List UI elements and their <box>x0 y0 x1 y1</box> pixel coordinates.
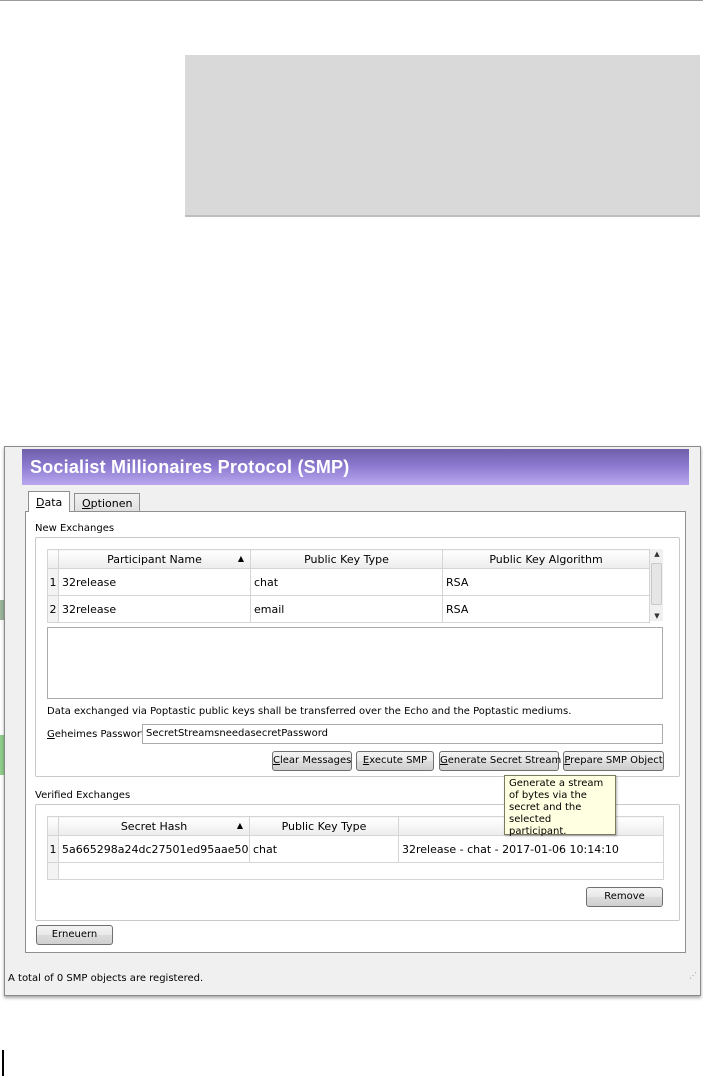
sort-ascending-icon: ▲ <box>236 821 243 830</box>
table-row[interactable]: 1 32release chat RSA <box>47 568 650 596</box>
tab-data[interactable]: Data <box>28 491 71 512</box>
table-row[interactable]: 2 32release email RSA <box>47 595 650 623</box>
corner-header <box>47 549 59 569</box>
row-number <box>47 862 59 880</box>
column-header-secret-hash[interactable]: Secret Hash ▲ <box>58 816 250 836</box>
secret-hash-cell[interactable]: 5a665298a24dc27501ed95aae50867... <box>58 835 250 863</box>
column-header-label: Participant Name <box>107 552 202 566</box>
column-header-key-type[interactable]: Public Key Type <box>250 549 443 569</box>
row-number: 1 <box>47 568 59 596</box>
prepare-smp-object-label: repare SMP Object <box>570 755 663 766</box>
corner-header <box>47 816 59 836</box>
participants-table: Participant Name ▲ Public Key Type Public… <box>47 549 650 623</box>
window-title-banner: Socialist Millionaires Protocol (SMP) <box>22 449 689 485</box>
verified-exchanges-label: Verified Exchanges <box>35 790 131 801</box>
participant-cell[interactable]: 32release <box>58 568 251 596</box>
column-header-algorithm[interactable]: Public Key Algorithm <box>442 549 650 569</box>
info-cell[interactable]: 32release - chat - 2017-01-06 10:14:10 <box>398 835 664 863</box>
status-text: A total of 0 SMP objects are registered. <box>8 973 204 984</box>
password-label-text: eheimes Passwort <box>54 729 145 740</box>
key-type-cell[interactable]: chat <box>249 835 399 863</box>
tab-data-label: ata <box>44 496 63 509</box>
key-type-cell[interactable]: chat <box>250 568 443 596</box>
prepare-smp-object-button[interactable]: Prepare SMP Object <box>563 751 664 771</box>
tab-optionen-label: ptionen <box>90 497 133 510</box>
execute-smp-label: xecute SMP <box>369 755 428 766</box>
password-label: Geheimes Passwort <box>47 729 145 740</box>
generate-secret-stream-button[interactable]: Generate Secret Stream <box>439 751 562 771</box>
key-type-cell[interactable]: email <box>250 595 443 623</box>
resize-grip-icon[interactable]: ⋰ <box>689 961 697 991</box>
generate-secret-stream-mnemonic: G <box>440 755 448 766</box>
clear-messages-button[interactable]: Clear Messages <box>272 751 352 771</box>
clear-messages-label: lear Messages <box>279 755 352 766</box>
status-bar: A total of 0 SMP objects are registered.… <box>6 964 701 994</box>
new-exchanges-label: New Exchanges <box>35 523 115 534</box>
generate-stream-tooltip: Generate a stream of bytes via the secre… <box>504 775 616 837</box>
algorithm-cell[interactable]: RSA <box>442 568 650 596</box>
scroll-thumb[interactable] <box>651 563 662 605</box>
table-row[interactable]: 1 5a665298a24dc27501ed95aae50867... chat… <box>47 835 664 863</box>
smp-window: Socialist Millionaires Protocol (SMP) Da… <box>4 446 701 996</box>
remove-button[interactable]: Remove <box>586 887 663 907</box>
messages-area[interactable] <box>47 627 663 699</box>
margin-mark <box>2 1050 4 1076</box>
generate-secret-stream-label: enerate Secret Stream <box>447 755 562 766</box>
scroll-up-icon[interactable]: ▲ <box>650 550 664 558</box>
password-input[interactable]: SecretStreamsneedasecretPassword <box>142 724 663 744</box>
sort-ascending-icon: ▲ <box>237 554 244 563</box>
row-number: 2 <box>47 595 59 623</box>
scroll-down-icon[interactable]: ▼ <box>650 612 664 620</box>
background-panel <box>185 55 700 217</box>
column-header-participant[interactable]: Participant Name ▲ <box>58 549 251 569</box>
page-top-rule <box>0 0 703 1</box>
column-header-label: Secret Hash <box>120 819 188 833</box>
participants-scrollbar[interactable]: ▲ ▼ <box>649 549 663 621</box>
algorithm-cell[interactable]: RSA <box>442 595 650 623</box>
participant-cell[interactable]: 32release <box>58 595 251 623</box>
execute-smp-button[interactable]: Execute SMP <box>356 751 434 771</box>
poptastic-note: Data exchanged via Poptastic public keys… <box>47 706 572 717</box>
clear-messages-mnemonic: C <box>273 755 280 766</box>
tab-optionen[interactable]: Optionen <box>74 493 141 512</box>
tab-optionen-mnemonic: O <box>82 497 91 510</box>
refresh-button[interactable]: Erneuern <box>36 925 113 945</box>
empty-row <box>58 862 664 880</box>
row-number: 1 <box>47 835 59 863</box>
password-label-mnemonic: G <box>47 729 55 740</box>
column-header-key-type[interactable]: Public Key Type <box>249 816 399 836</box>
